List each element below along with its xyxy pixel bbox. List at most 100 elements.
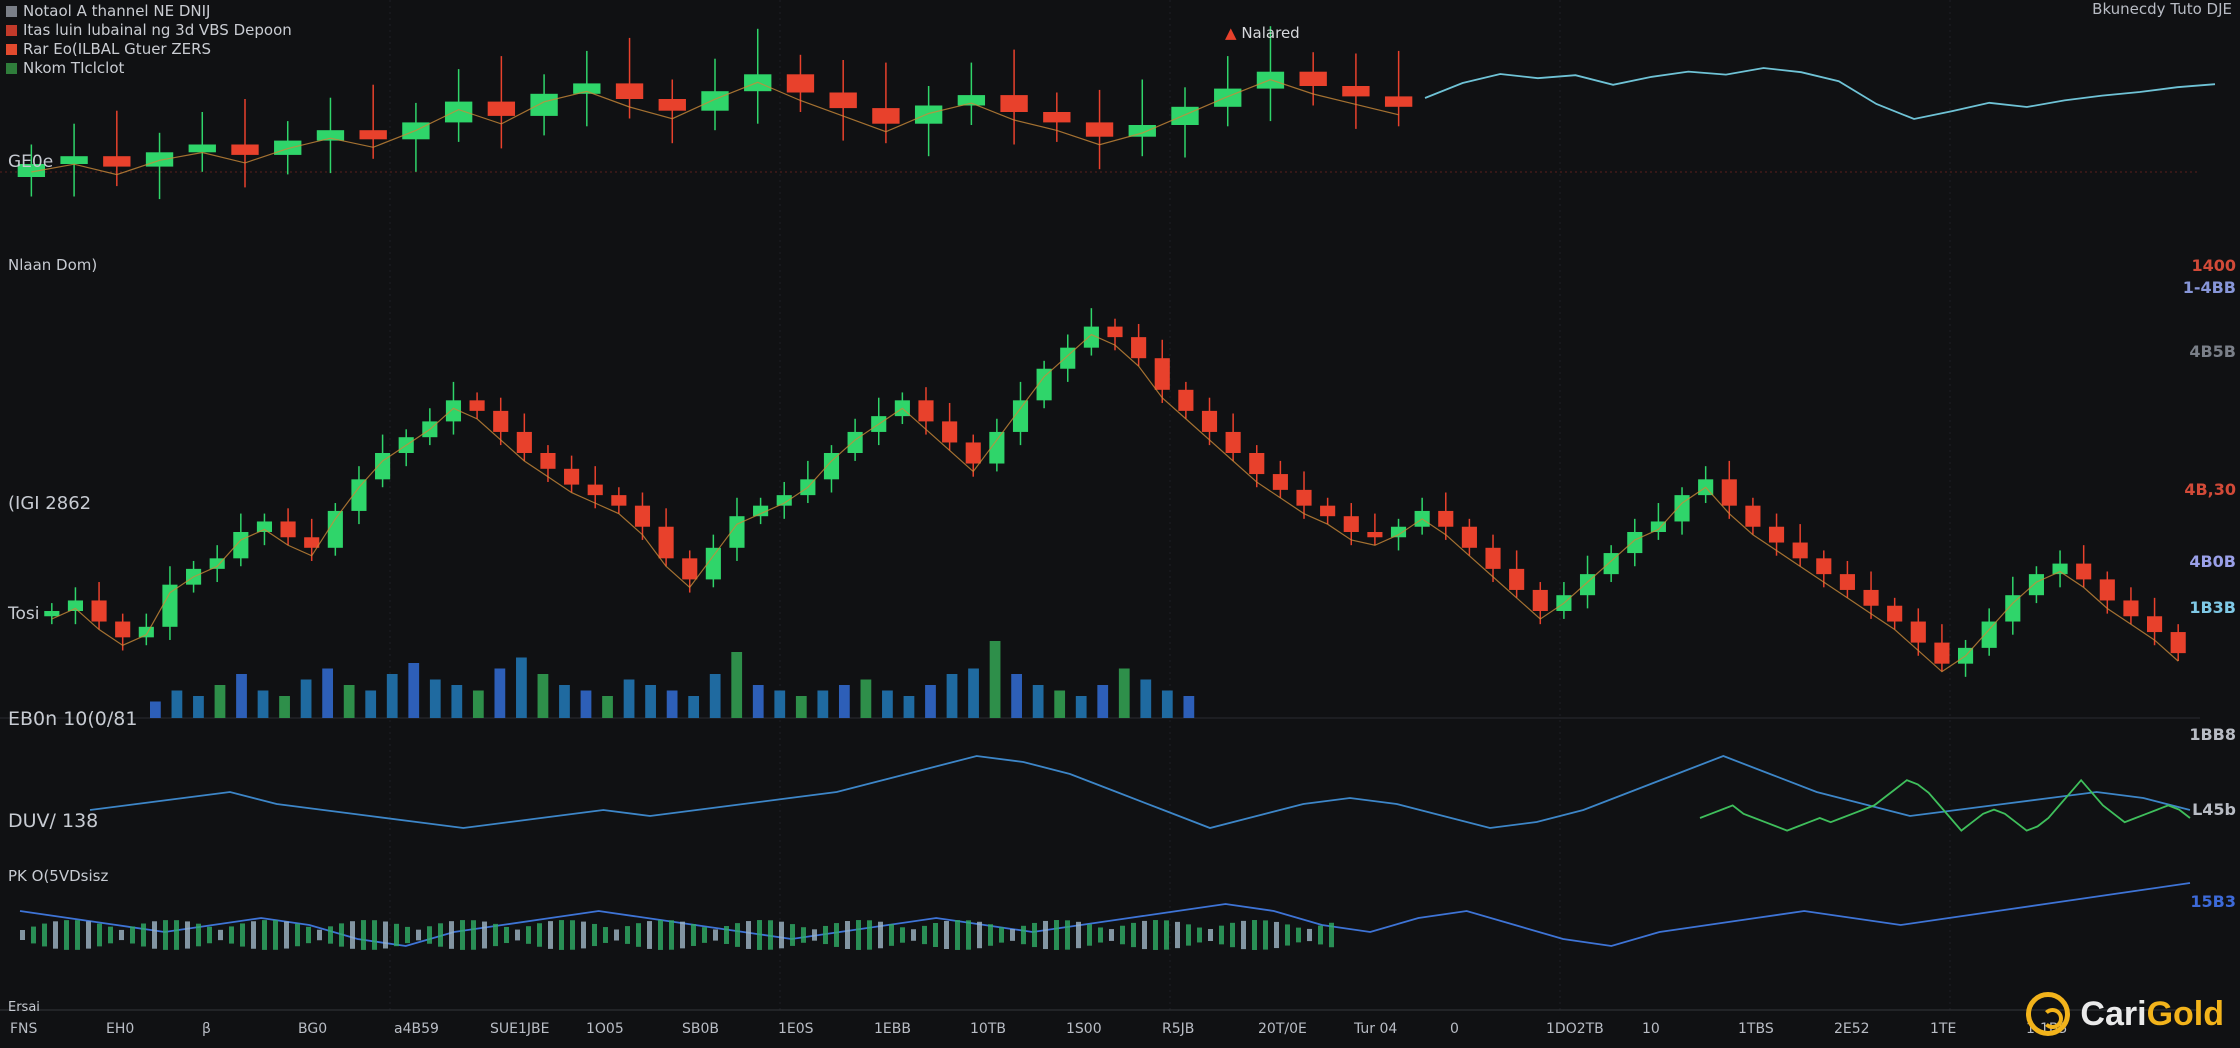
osc2-histogram-bar — [306, 926, 311, 944]
osc2-histogram-bar — [592, 923, 597, 947]
mid-candle — [115, 621, 131, 638]
osc2-histogram-bar — [944, 920, 949, 950]
legend-item: Itas luin lubainal ng 3d VBS Depoon — [6, 21, 292, 40]
osc2-histogram-bar — [746, 921, 751, 949]
top-candle — [658, 99, 686, 111]
legend-item: Rar Eo(ILBAL Gtuer ZERS — [6, 40, 292, 59]
osc2-histogram-bar — [262, 920, 267, 950]
osc2-histogram-bar — [1296, 927, 1301, 943]
osc2-histogram-bar — [900, 927, 905, 943]
top-candle — [1299, 71, 1327, 86]
mid-candle — [918, 400, 934, 422]
top-close-line — [1424, 67, 2216, 120]
osc2-histogram-bar — [680, 921, 685, 949]
axis-label: 4B0B — [2189, 552, 2236, 571]
chart-svg — [0, 0, 2216, 1011]
osc2-histogram-bar — [889, 924, 894, 946]
x-tick-label: a4B59 — [394, 1021, 439, 1037]
osc2-histogram-bar — [42, 923, 47, 947]
chart-title: ▲ Nalared — [1225, 24, 1300, 42]
top-candle — [60, 156, 88, 164]
osc2-histogram-bar — [471, 920, 476, 950]
osc2-histogram-bar — [383, 921, 388, 949]
mid-candle — [516, 431, 532, 453]
osc2-histogram-bar — [416, 929, 421, 941]
osc2-histogram-bar — [394, 923, 399, 947]
mid-candle — [280, 521, 296, 538]
mid-candle — [1343, 516, 1359, 532]
panel-label-osc1: DUV/ 138 — [8, 810, 99, 832]
header-right-label: Bkunecdy Tuto DJE — [2092, 0, 2232, 18]
x-tick-label: β — [202, 1021, 211, 1037]
top-candle — [231, 144, 259, 155]
top-candle — [573, 83, 601, 94]
osc2-histogram-bar — [526, 926, 531, 944]
osc1-line — [89, 755, 2191, 829]
volume-bar — [1075, 696, 1087, 718]
top-candle — [829, 92, 857, 109]
panel-label-volume: EB0n 10(0/81 — [8, 708, 138, 730]
x-tick-label: EH0 — [106, 1021, 135, 1037]
volume-bar — [279, 696, 290, 718]
osc2-histogram-bar — [1098, 927, 1103, 943]
volume-bar — [429, 679, 441, 718]
mid-candle — [1461, 526, 1477, 548]
volume-bar — [472, 690, 484, 718]
top-candle — [1342, 86, 1370, 97]
osc2-histogram-bar — [570, 920, 575, 950]
mid-candle — [1485, 547, 1501, 569]
top-candle — [914, 105, 943, 124]
mid-candle — [1107, 326, 1123, 338]
osc2-histogram-bar — [1252, 920, 1257, 950]
osc2-histogram-bar — [1164, 920, 1169, 950]
volume-bar — [1011, 674, 1022, 718]
osc2-histogram-bar — [372, 920, 377, 950]
osc2-histogram-bar — [922, 925, 927, 945]
osc2-histogram-bar — [1054, 920, 1059, 950]
mid-candle — [1154, 358, 1170, 390]
osc2-histogram-bar — [636, 923, 641, 947]
volume-bar — [1032, 685, 1044, 718]
x-tick-label: 10 — [1642, 1021, 1660, 1037]
mid-candle — [2123, 600, 2139, 617]
volume-bar — [236, 674, 247, 718]
volume-bar — [925, 685, 936, 718]
x-tick-label: 1TE — [1930, 1021, 1957, 1037]
top-candle — [487, 101, 516, 116]
osc2-histogram-bar — [625, 926, 630, 944]
legend: Notaol A thannel NE DNIJ Itas luin lubai… — [6, 2, 292, 78]
osc2-histogram-bar — [1021, 925, 1026, 945]
osc2-histogram-bar — [284, 921, 289, 949]
volume-bar — [537, 674, 549, 718]
volume-bar — [322, 668, 334, 718]
osc2-histogram-bar — [1120, 925, 1125, 945]
mid-candle — [2147, 616, 2163, 633]
legend-item: Nkom TIclclot — [6, 59, 292, 78]
osc2-histogram-bar — [999, 927, 1004, 943]
mid-candle — [1390, 526, 1407, 538]
volume-bar — [602, 696, 613, 718]
osc2-histogram-bar — [1285, 924, 1290, 946]
mid-candle — [1887, 605, 1903, 622]
osc2-histogram-bar — [1087, 924, 1092, 946]
x-tick-label: Tur 04 — [1354, 1021, 1398, 1037]
legend-label: Notaol A thannel NE DNIJ — [23, 2, 211, 20]
osc2-histogram-bar — [955, 920, 960, 950]
mid-candle — [1272, 474, 1288, 490]
axis-label: L45b — [2192, 800, 2236, 819]
x-tick-label: 0 — [1450, 1021, 1459, 1037]
volume-bar — [645, 685, 656, 718]
logo-icon — [2026, 992, 2071, 1036]
panel-label-bottom: Ersai — [8, 1000, 40, 1015]
panel-label-mid-low: Tosi — [8, 604, 40, 624]
volume-bar — [300, 679, 312, 718]
legend-swatch — [6, 25, 17, 36]
volume-bar — [343, 685, 355, 718]
logo-text-first: Cari — [2080, 994, 2147, 1033]
osc2-histogram-bar — [537, 923, 542, 947]
mid-candle — [1839, 574, 1855, 590]
osc2-histogram-bar — [185, 921, 190, 949]
volume-bar — [817, 690, 829, 718]
osc2-histogram-bar — [691, 924, 696, 946]
top-candle — [1384, 96, 1413, 107]
